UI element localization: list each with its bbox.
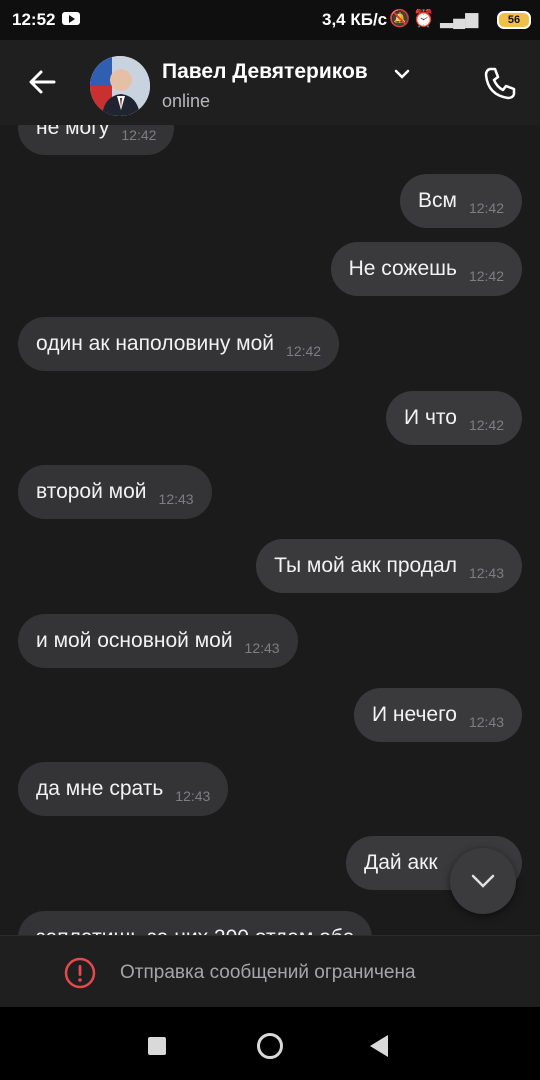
youtube-notification-icon [62,12,80,25]
messaging-restricted-bar: Отправка сообщений ограничена [0,935,540,1008]
message-text: заплатишь за них 200 отдам обе [36,926,354,935]
message-incoming[interactable]: заплатишь за них 200 отдам обе [18,911,373,935]
message-text: один ак наполовину мой [36,332,275,355]
message-time: 12:43 [468,714,504,730]
recent-apps-icon[interactable] [148,1037,166,1055]
message-time: 12:42 [286,343,322,359]
message-outgoing[interactable]: Всм 12:42 [400,174,522,228]
message-time: 12:42 [468,417,504,433]
message-outgoing[interactable]: Ты мой акк продал 12:43 [256,539,522,593]
message-incoming[interactable]: и мой основной мой 12:43 [18,614,298,668]
mute-icon: 🔕 [389,9,411,28]
message-time: 12:42 [468,268,504,284]
message-text: Всм [418,189,457,212]
message-text: и мой основной мой [36,629,233,652]
message-outgoing[interactable]: И что 12:42 [386,391,522,445]
phone-call-icon[interactable] [480,63,520,103]
status-bar: 12:52 3,4 КБ/с 🔕 ⏰ ▂▄▆ ◔ 56 [0,0,540,40]
chat-header: Павел Девятериков online [0,40,540,125]
message-time: 12:42 [468,200,504,216]
message-text: И нечего [371,703,457,726]
alarm-icon: ⏰ [413,9,435,28]
back-triangle-icon[interactable] [370,1035,388,1057]
message-time: 12:43 [175,788,211,804]
message-outgoing[interactable]: Не сожешь 12:42 [330,242,522,296]
message-time: 12:43 [158,491,194,507]
message-incoming[interactable]: второй мой 12:43 [18,465,212,519]
message-text: Не сожешь [348,257,457,280]
contact-avatar[interactable] [90,56,150,116]
message-text: Ты мой акк продал [274,554,457,577]
message-incoming[interactable]: да мне срать 12:43 [18,762,229,816]
message-text: И что [404,406,457,429]
contact-status: online [162,91,211,111]
chevron-down-icon [471,874,495,888]
message-outgoing[interactable]: И нечего 12:43 [353,688,522,742]
back-arrow-icon[interactable] [24,64,60,100]
system-navigation-bar [0,1007,540,1080]
restriction-text: Отправка сообщений ограничена [120,962,416,983]
wifi-icon: ◔ [469,9,480,28]
message-time: 12:43 [244,640,280,656]
scroll-to-bottom-button[interactable] [450,848,516,914]
contact-name[interactable]: Павел Девятериков [162,60,368,84]
message-text: да мне срать [36,777,164,800]
message-text: не могу [36,125,110,139]
message-time: 12:42 [121,127,157,143]
message-text: второй мой [36,480,147,503]
message-text: Дай акк [364,851,438,874]
chevron-down-icon[interactable] [392,64,412,84]
message-list[interactable]: не могу 12:42 Всм 12:42 Не сожешь 12:42 … [0,125,540,935]
warning-icon [64,957,96,989]
battery-icon: 56 [497,11,531,29]
message-incoming[interactable]: не могу 12:42 [18,125,175,155]
message-time: 12:43 [468,565,504,581]
network-speed: 3,4 КБ/с [322,10,388,29]
message-incoming[interactable]: один ак наполовину мой 12:42 [18,317,340,371]
status-time: 12:52 [12,10,56,29]
home-icon[interactable] [257,1033,283,1059]
